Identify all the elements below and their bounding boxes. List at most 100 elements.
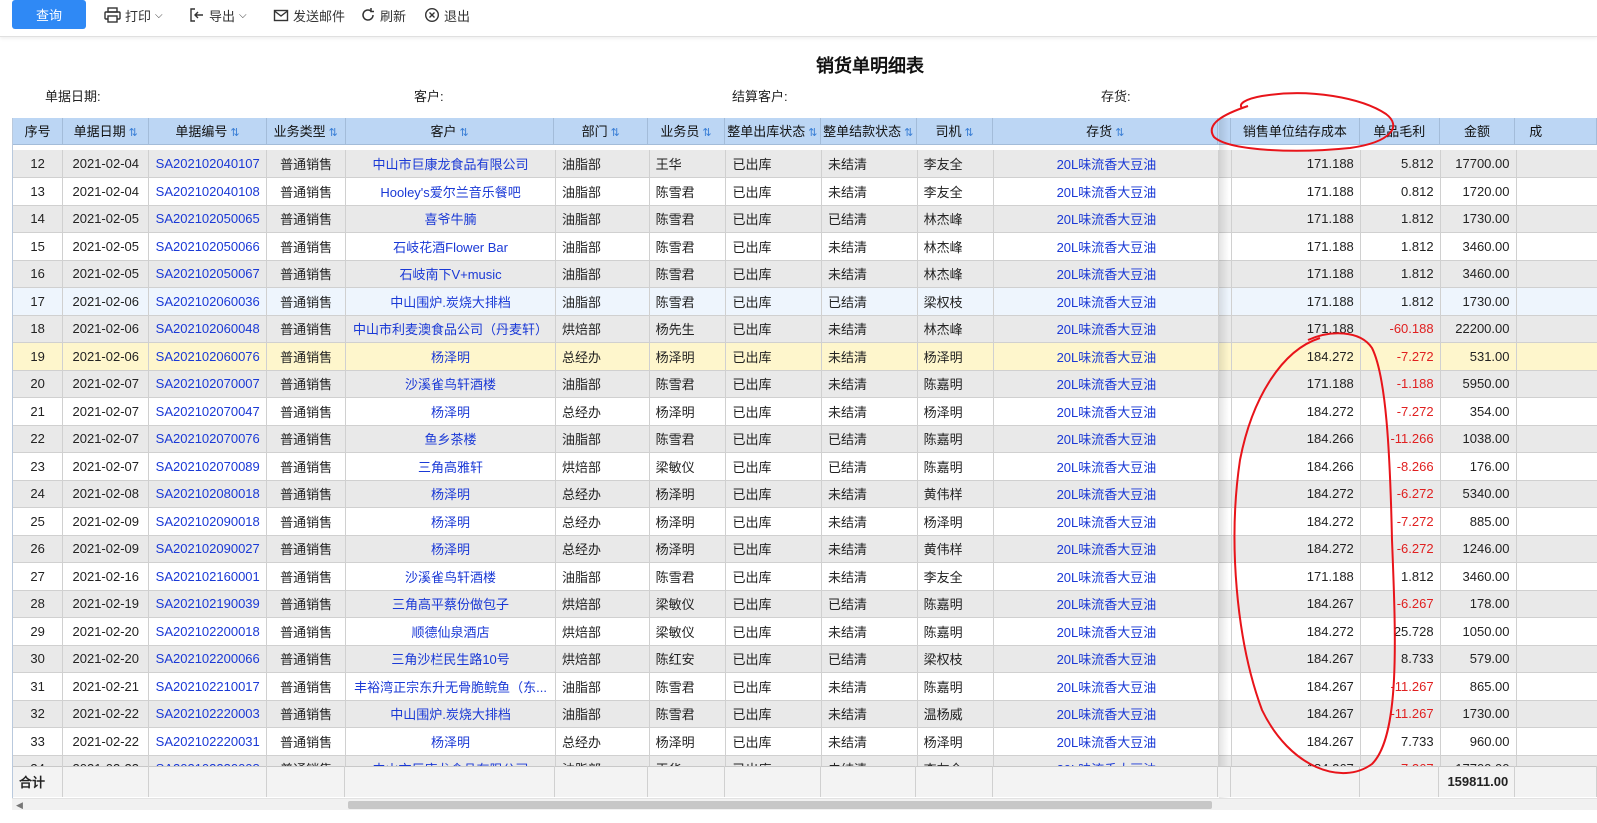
cell-doc-no[interactable]: SA202102040107 <box>148 150 268 178</box>
sort-icon[interactable]: ⇅ <box>230 127 239 139</box>
cell-doc-no[interactable]: SA202102220003 <box>148 700 268 728</box>
cell-customer[interactable]: 杨泽明 <box>345 535 557 563</box>
cell-customer[interactable]: 三角沙栏民生路10号 <box>345 645 557 673</box>
cell-doc-no[interactable]: SA202102060036 <box>148 287 268 316</box>
cell-doc-no[interactable]: SA202102070007 <box>148 370 268 398</box>
cell-doc-no[interactable]: SA202102050066 <box>148 232 268 261</box>
cell-doc-no[interactable]: SA202102060048 <box>148 315 268 343</box>
table-row[interactable]: 20 2021-02-07 SA202102070007 普通销售 沙溪雀鸟轩酒楼 油脂部… <box>13 370 1597 398</box>
col-header-dept[interactable]: 部门 ⇅ <box>553 118 649 145</box>
col-header-unit-profit[interactable]: 单品毛利 <box>1359 118 1440 145</box>
col-header-cost[interactable]: 成 <box>1514 118 1597 145</box>
cell-customer[interactable]: 杨泽明 <box>345 507 557 536</box>
cell-stock[interactable]: 20L味流香大豆油 <box>993 177 1220 206</box>
col-header-doc-no[interactable]: 单据编号 ⇅ <box>148 118 267 145</box>
cell-doc-no[interactable]: SA202102070047 <box>148 397 268 426</box>
cell-stock[interactable]: 20L味流香大豆油 <box>993 287 1220 316</box>
cell-stock[interactable]: 20L味流香大豆油 <box>993 480 1220 508</box>
cell-customer[interactable]: 丰裕湾正宗东升无骨脆鲩鱼（东... <box>345 672 557 701</box>
cell-doc-no[interactable]: SA202102160001 <box>148 562 268 591</box>
cell-customer[interactable]: 中山围炉.炭烧大排档 <box>345 700 557 728</box>
cell-customer[interactable]: 鱼乡茶楼 <box>345 425 557 453</box>
cell-stock[interactable]: 20L味流香大豆油 <box>993 535 1220 563</box>
cell-stock[interactable]: 20L味流香大豆油 <box>993 397 1220 426</box>
col-header-stock[interactable]: 存货 ⇅ <box>992 118 1219 145</box>
col-header-clerk[interactable]: 业务员 ⇅ <box>647 118 725 145</box>
cell-customer[interactable]: 中山围炉.炭烧大排档 <box>345 287 557 316</box>
table-row[interactable]: 19 2021-02-06 SA202102060076 普通销售 杨泽明 总经办 杨泽明已… <box>13 342 1597 371</box>
cell-customer[interactable]: 杨泽明 <box>345 727 557 756</box>
cell-stock[interactable]: 20L味流香大豆油 <box>993 315 1220 343</box>
cell-stock[interactable]: 20L味流香大豆油 <box>993 700 1220 728</box>
cell-customer[interactable]: 石岐花酒Flower Bar <box>345 232 557 261</box>
col-header-pay-status[interactable]: 整单结款状态 ⇅ <box>820 118 917 145</box>
cell-doc-no[interactable]: SA202102050067 <box>148 260 268 288</box>
cell-doc-no[interactable]: SA202102220031 <box>148 727 268 756</box>
cell-stock[interactable]: 20L味流香大豆油 <box>993 425 1220 453</box>
cell-doc-no[interactable]: SA202102090027 <box>148 535 268 563</box>
cell-stock[interactable]: 20L味流香大豆油 <box>993 755 1220 766</box>
col-header-index[interactable]: 序号 <box>13 118 64 145</box>
cell-stock[interactable]: 20L味流香大豆油 <box>993 562 1220 591</box>
col-header-amount[interactable]: 金额 <box>1439 118 1516 145</box>
table-row[interactable]: 23 2021-02-07 SA202102070089 普通销售 三角高雅轩 烘焙部 梁敏… <box>13 452 1597 481</box>
cell-doc-no[interactable]: SA202102060076 <box>148 342 268 371</box>
col-header-biz-type[interactable]: 业务类型 ⇅ <box>266 118 346 145</box>
col-header-out-status[interactable]: 整单出库状态 ⇅ <box>724 118 821 145</box>
table-row[interactable]: 26 2021-02-09 SA202102090027 普通销售 杨泽明 总经办 杨泽明已… <box>13 535 1597 563</box>
cell-doc-no[interactable]: SA202102070089 <box>148 452 268 481</box>
cell-customer[interactable]: 杨泽明 <box>345 342 557 371</box>
cell-doc-no[interactable]: SA202102040108 <box>148 177 268 206</box>
sort-icon[interactable]: ⇅ <box>611 127 620 139</box>
table-row[interactable]: 15 2021-02-05 SA202102050066 普通销售 石岐花酒Flower… <box>13 232 1597 261</box>
table-row[interactable]: 27 2021-02-16 SA202102160001 普通销售 沙溪雀鸟轩酒楼 油脂部… <box>13 562 1597 591</box>
sort-icon[interactable]: ⇅ <box>904 127 913 139</box>
cell-stock[interactable]: 20L味流香大豆油 <box>993 205 1220 233</box>
sort-icon[interactable]: ⇅ <box>702 127 711 139</box>
table-row[interactable]: 18 2021-02-06 SA202102060048 普通销售 中山市利麦澳食品公司… <box>13 315 1597 343</box>
table-row[interactable]: 12 2021-02-04 SA202102040107 普通销售 中山市巨康龙食品有限… <box>13 150 1597 178</box>
cell-customer[interactable]: 顺德仙泉酒店 <box>345 617 557 646</box>
export-button[interactable]: 导出 ⌵ <box>189 5 247 25</box>
exit-button[interactable]: 退出 <box>424 5 470 25</box>
cell-stock[interactable]: 20L味流香大豆油 <box>993 342 1220 371</box>
cell-doc-no[interactable]: SA202102090018 <box>148 507 268 536</box>
cell-customer[interactable]: 石岐南下V+music <box>345 260 557 288</box>
table-row[interactable]: 31 2021-02-21 SA202102210017 普通销售 丰裕湾正宗东升无骨脆… <box>13 672 1597 701</box>
table-row[interactable]: 28 2021-02-19 SA202102190039 普通销售 三角高平蔡份做包子烘… <box>13 590 1597 618</box>
cell-customer[interactable]: 杨泽明 <box>345 397 557 426</box>
horizontal-scrollbar[interactable]: ◀ <box>12 798 1597 810</box>
table-row[interactable]: 14 2021-02-05 SA202102050065 普通销售 喜爷牛腩 油脂部 陈雪君… <box>13 205 1597 233</box>
query-button[interactable]: 查询 <box>12 0 86 29</box>
table-row[interactable]: 33 2021-02-22 SA202102220031 普通销售 杨泽明 总经办 杨泽明已… <box>13 727 1597 756</box>
print-button[interactable]: 打印 ⌵ <box>104 5 163 25</box>
cell-doc-no[interactable]: SA202102190039 <box>148 590 268 618</box>
cell-customer[interactable]: 中山市巨康龙食品有限公司 <box>345 150 557 178</box>
table-row[interactable]: 24 2021-02-08 SA202102080018 普通销售 杨泽明 总经办 杨泽明已… <box>13 480 1597 508</box>
cell-doc-no[interactable]: SA202102050065 <box>148 205 268 233</box>
cell-customer[interactable]: Hooley's爱尔兰音乐餐吧 <box>345 177 557 206</box>
col-header-unit-cost[interactable]: 销售单位结存成本 <box>1230 118 1360 145</box>
cell-stock[interactable]: 20L味流香大豆油 <box>993 617 1220 646</box>
cell-stock[interactable]: 20L味流香大豆油 <box>993 645 1220 673</box>
cell-stock[interactable]: 20L味流香大豆油 <box>993 452 1220 481</box>
cell-customer[interactable]: 三角高平蔡份做包子 <box>345 590 557 618</box>
cell-doc-no[interactable]: SA202102200018 <box>148 617 268 646</box>
cell-stock[interactable]: 20L味流香大豆油 <box>993 672 1220 701</box>
sort-icon[interactable]: ⇅ <box>329 127 338 139</box>
table-row[interactable]: 16 2021-02-05 SA202102050067 普通销售 石岐南下V+musi… <box>13 260 1597 288</box>
cell-customer[interactable]: 杨泽明 <box>345 480 557 508</box>
scroll-left-icon[interactable]: ◀ <box>16 799 23 811</box>
cell-customer[interactable]: 喜爷牛腩 <box>345 205 557 233</box>
cell-doc-no[interactable]: SA202102200066 <box>148 645 268 673</box>
send-mail-button[interactable]: 发送邮件 <box>273 5 345 25</box>
table-row[interactable]: 342021-02-23SA202102230008普通销售中山市巨康龙食品有限… <box>13 755 1597 766</box>
col-header-customer[interactable]: 客户 ⇅ <box>345 118 555 145</box>
cell-stock[interactable]: 20L味流香大豆油 <box>993 370 1220 398</box>
sort-icon[interactable]: ⇅ <box>965 127 974 139</box>
table-row[interactable]: 22 2021-02-07 SA202102070076 普通销售 鱼乡茶楼 油脂部 陈雪君… <box>13 425 1597 453</box>
cell-stock[interactable]: 20L味流香大豆油 <box>993 507 1220 536</box>
cell-customer[interactable]: 三角高雅轩 <box>345 452 557 481</box>
sort-icon[interactable]: ⇅ <box>1115 127 1124 139</box>
refresh-button[interactable]: 刷新 <box>360 5 406 25</box>
